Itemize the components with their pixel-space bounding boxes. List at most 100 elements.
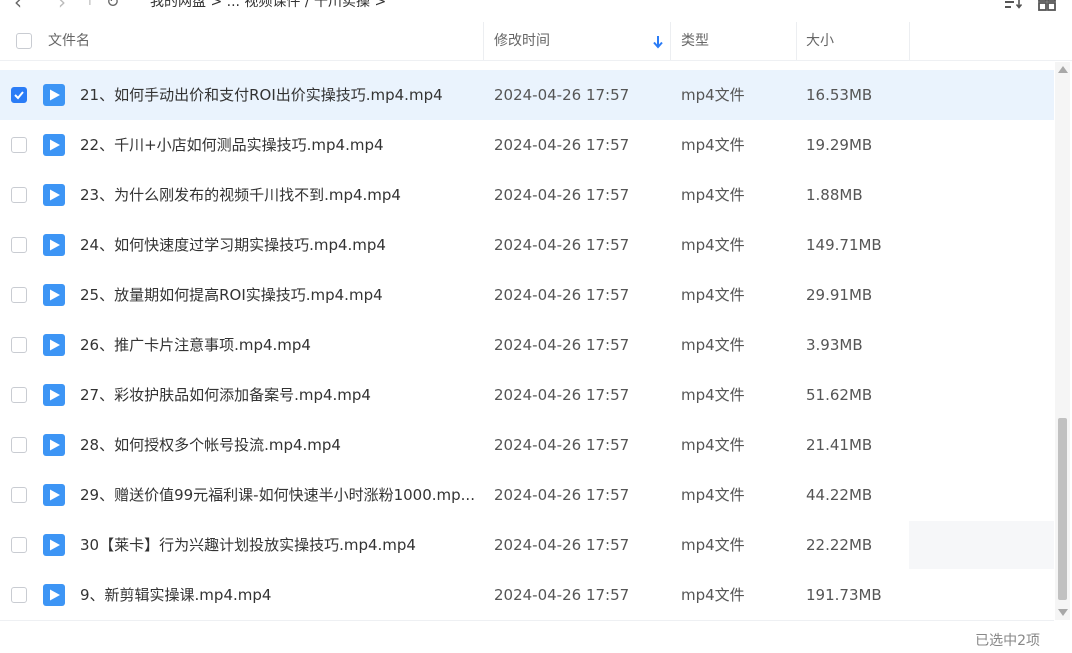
column-divider[interactable] xyxy=(670,22,671,60)
row-checkbox[interactable] xyxy=(11,587,27,603)
file-row[interactable]: 30【莱卡】行为兴趣计划投放实操技巧.mp4.mp4 2024-04-26 17:… xyxy=(0,520,1054,570)
file-name[interactable]: 26、推广卡片注意事项.mp4.mp4 xyxy=(80,320,311,370)
row-checkbox[interactable] xyxy=(11,187,27,203)
column-divider[interactable] xyxy=(796,22,797,60)
file-row[interactable]: 28、如何授权多个帐号投流.mp4.mp4 2024-04-26 17:57 mp4… xyxy=(0,420,1054,470)
file-type: mp4文件 xyxy=(681,86,745,104)
breadcrumb[interactable]: 我的网盘 > ... 视频课件 / 千川实操 > xyxy=(150,0,386,11)
video-file-icon xyxy=(43,234,65,256)
file-name[interactable]: 27、彩妆护肤品如何添加备案号.mp4.mp4 xyxy=(80,370,371,420)
row-checkbox[interactable] xyxy=(11,87,27,103)
file-modified-time: 2024-04-26 17:57 xyxy=(494,386,630,404)
file-size: 51.62MB xyxy=(806,386,873,404)
video-file-icon xyxy=(43,184,65,206)
file-name[interactable]: 28、如何授权多个帐号投流.mp4.mp4 xyxy=(80,420,341,470)
file-type: mp4文件 xyxy=(681,336,745,354)
forward-arrow-icon[interactable]: › xyxy=(58,0,66,14)
file-type: mp4文件 xyxy=(681,136,745,154)
row-checkbox[interactable] xyxy=(11,487,27,503)
file-modified-time: 2024-04-26 17:57 xyxy=(494,336,630,354)
vertical-scrollbar[interactable] xyxy=(1055,62,1070,620)
column-divider[interactable] xyxy=(483,22,484,60)
file-type: mp4文件 xyxy=(681,286,745,304)
footer-divider xyxy=(0,620,1054,621)
back-arrow-icon[interactable]: ‹ xyxy=(14,0,22,14)
row-checkbox[interactable] xyxy=(11,237,27,253)
video-file-icon xyxy=(43,134,65,156)
file-size: 1.88MB xyxy=(806,186,863,204)
selection-status: 已选中2项 xyxy=(975,633,1040,649)
file-size: 16.53MB xyxy=(806,86,873,104)
file-type: mp4文件 xyxy=(681,386,745,404)
row-checkbox[interactable] xyxy=(11,437,27,453)
file-modified-time: 2024-04-26 17:57 xyxy=(494,286,630,304)
file-size: 3.93MB xyxy=(806,336,863,354)
column-header-type[interactable]: 类型 xyxy=(681,22,709,60)
file-modified-time: 2024-04-26 17:57 xyxy=(494,86,630,104)
scroll-down-arrow-icon[interactable] xyxy=(1058,609,1068,616)
column-header-size[interactable]: 大小 xyxy=(806,22,834,60)
select-all-checkbox[interactable] xyxy=(16,33,32,49)
file-size: 19.29MB xyxy=(806,136,873,154)
file-name[interactable]: 25、放量期如何提高ROI实操技巧.mp4.mp4 xyxy=(80,270,383,320)
file-row[interactable]: 29、赠送价值99元福利课-如何快速半小时涨粉1000.mp... 2024-04… xyxy=(0,470,1054,520)
row-checkbox[interactable] xyxy=(11,137,27,153)
file-name[interactable]: 24、如何快速度过学习期实操技巧.mp4.mp4 xyxy=(80,220,386,270)
row-checkbox[interactable] xyxy=(11,337,27,353)
file-size: 149.71MB xyxy=(806,236,882,254)
grid-view-icon[interactable] xyxy=(1038,0,1056,11)
video-file-icon xyxy=(43,584,65,606)
column-header-name[interactable]: 文件名 xyxy=(48,22,90,60)
video-file-icon xyxy=(43,284,65,306)
scrollbar-thumb[interactable] xyxy=(1058,418,1067,600)
row-checkbox[interactable] xyxy=(11,537,27,553)
column-header-modified[interactable]: 修改时间 xyxy=(494,22,550,60)
file-type: mp4文件 xyxy=(681,436,745,454)
video-file-icon xyxy=(43,384,65,406)
file-name[interactable]: 29、赠送价值99元福利课-如何快速半小时涨粉1000.mp... xyxy=(80,470,475,520)
file-name[interactable]: 21、如何手动出价和支付ROI出价实操技巧.mp4.mp4 xyxy=(80,70,443,120)
file-modified-time: 2024-04-26 17:57 xyxy=(494,186,630,204)
refresh-icon[interactable]: ↻ xyxy=(106,0,119,11)
file-row[interactable]: 25、放量期如何提高ROI实操技巧.mp4.mp4 2024-04-26 17:5… xyxy=(0,270,1054,320)
file-name[interactable]: 9、新剪辑实操课.mp4.mp4 xyxy=(80,570,271,620)
file-name[interactable]: 22、千川+小店如何测品实操技巧.mp4.mp4 xyxy=(80,120,384,170)
top-toolbar: ‹ › ↑ ↻ 我的网盘 > ... 视频课件 / 千川实操 > xyxy=(0,0,1072,14)
file-type: mp4文件 xyxy=(681,486,745,504)
file-type: mp4文件 xyxy=(681,186,745,204)
file-modified-time: 2024-04-26 17:57 xyxy=(494,436,630,454)
video-file-icon xyxy=(43,534,65,556)
file-row[interactable]: 23、为什么刚发布的视频千川找不到.mp4.mp4 2024-04-26 17:5… xyxy=(0,170,1054,220)
file-row[interactable]: 21、如何手动出价和支付ROI出价实操技巧.mp4.mp4 2024-04-26 … xyxy=(0,70,1054,120)
file-modified-time: 2024-04-26 17:57 xyxy=(494,586,630,604)
row-checkbox[interactable] xyxy=(11,387,27,403)
file-size: 29.91MB xyxy=(806,286,873,304)
file-row[interactable]: 22、千川+小店如何测品实操技巧.mp4.mp4 2024-04-26 17:57… xyxy=(0,120,1054,170)
video-file-icon xyxy=(43,334,65,356)
file-size: 21.41MB xyxy=(806,436,873,454)
video-file-icon xyxy=(43,434,65,456)
file-modified-time: 2024-04-26 17:57 xyxy=(494,486,630,504)
file-size: 44.22MB xyxy=(806,486,873,504)
row-checkbox[interactable] xyxy=(11,287,27,303)
file-row[interactable]: 27、彩妆护肤品如何添加备案号.mp4.mp4 2024-04-26 17:57 m… xyxy=(0,370,1054,420)
video-file-icon xyxy=(43,484,65,506)
sort-descending-icon[interactable] xyxy=(652,34,664,53)
file-type: mp4文件 xyxy=(681,536,745,554)
file-modified-time: 2024-04-26 17:57 xyxy=(494,236,630,254)
file-list-header: 文件名 修改时间 类型 大小 xyxy=(0,22,1072,61)
file-row[interactable]: 24、如何快速度过学习期实操技巧.mp4.mp4 2024-04-26 17:57… xyxy=(0,220,1054,270)
up-arrow-icon[interactable]: ↑ xyxy=(84,0,96,9)
file-name[interactable]: 30【莱卡】行为兴趣计划投放实操技巧.mp4.mp4 xyxy=(80,520,416,570)
file-row[interactable]: 9、新剪辑实操课.mp4.mp4 2024-04-26 17:57 mp4文件 191… xyxy=(0,570,1054,620)
video-file-icon xyxy=(43,84,65,106)
column-divider[interactable] xyxy=(909,22,910,60)
scroll-up-arrow-icon[interactable] xyxy=(1058,66,1068,73)
file-row[interactable]: 26、推广卡片注意事项.mp4.mp4 2024-04-26 17:57 mp4文件… xyxy=(0,320,1054,370)
sort-order-icon[interactable] xyxy=(1004,0,1023,11)
file-name[interactable]: 23、为什么刚发布的视频千川找不到.mp4.mp4 xyxy=(80,170,401,220)
file-modified-time: 2024-04-26 17:57 xyxy=(494,136,630,154)
file-size: 191.73MB xyxy=(806,586,882,604)
file-type: mp4文件 xyxy=(681,586,745,604)
file-modified-time: 2024-04-26 17:57 xyxy=(494,536,630,554)
